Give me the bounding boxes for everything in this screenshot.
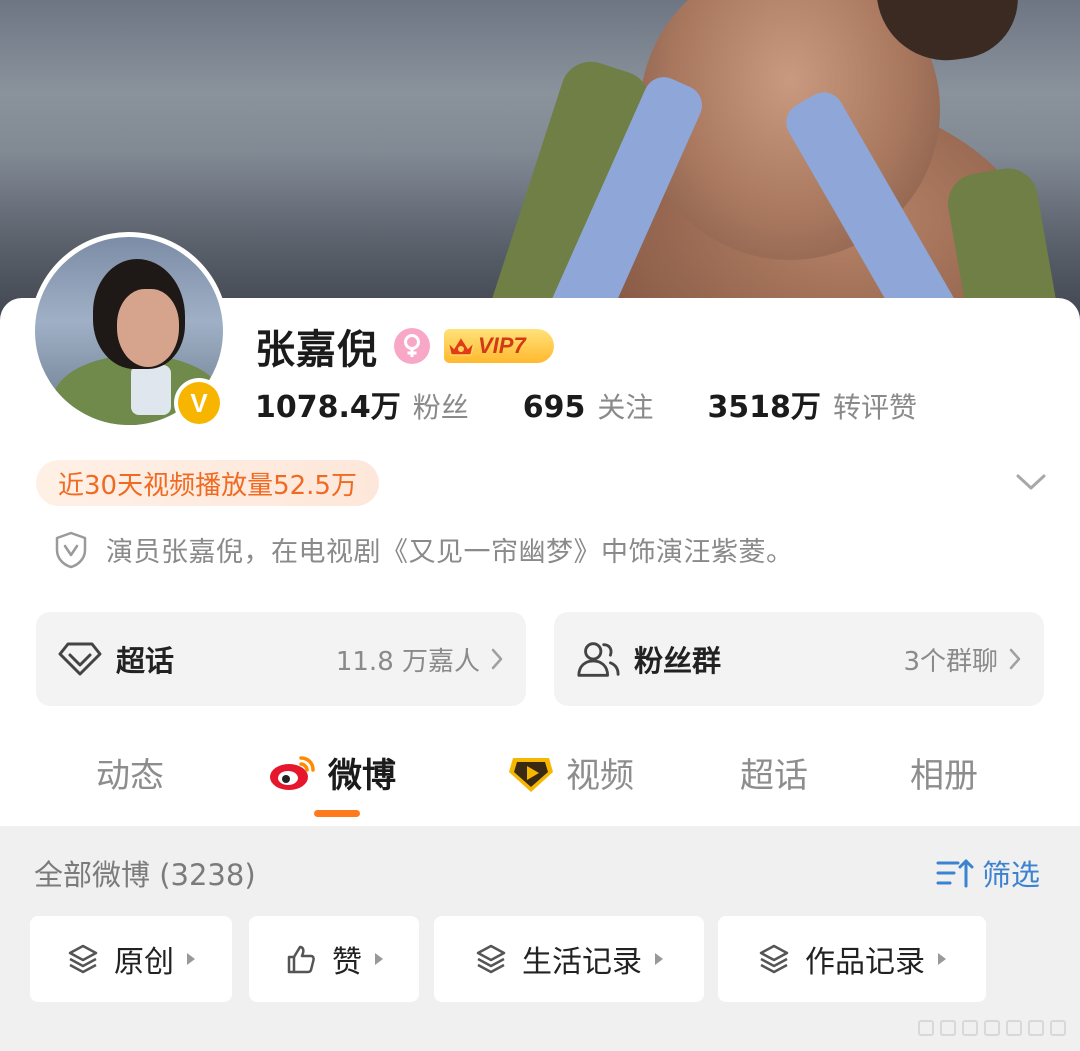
chip-life-record[interactable]: 生活记录	[434, 916, 704, 1002]
thumb-up-icon	[284, 942, 318, 976]
chip-label: 赞	[332, 945, 362, 980]
tab-dynamics[interactable]: 动态	[96, 740, 164, 804]
tab-label: 微博	[328, 755, 396, 796]
layers-icon	[66, 942, 100, 976]
verified-v-icon: V	[178, 382, 220, 424]
watermark-mark	[1006, 1020, 1022, 1036]
chevron-down-icon[interactable]	[1014, 470, 1048, 494]
watermark	[918, 1020, 1066, 1036]
caret-right-icon	[375, 953, 383, 965]
chip-label: 原创	[114, 945, 174, 980]
stat-followers[interactable]: 1078.4万 粉丝	[255, 382, 469, 426]
stat-following[interactable]: 695 关注	[523, 386, 654, 426]
profile-name: 张嘉倪	[255, 327, 378, 373]
card-title: 粉丝群	[634, 644, 722, 678]
tab-label: 超话	[740, 755, 808, 796]
fan-group-card[interactable]: 粉丝群 3个群聊	[554, 612, 1044, 706]
chip-work-record[interactable]: 作品记录	[718, 916, 986, 1002]
caret-right-icon	[655, 953, 663, 965]
watermark-mark	[984, 1020, 1000, 1036]
all-posts-count: 全部微博 (3238)	[34, 858, 256, 892]
name-row: 张嘉倪 VIP7	[255, 318, 554, 374]
card-subtitle: 11.8 万嘉人	[336, 641, 504, 678]
active-tab-indicator	[314, 810, 360, 817]
chip-label: 生活记录	[522, 945, 642, 980]
crown-icon	[444, 329, 478, 363]
card-title: 超话	[116, 644, 175, 678]
avatar-face	[117, 289, 179, 367]
weibo-icon	[268, 750, 318, 794]
diamond-icon	[58, 637, 102, 681]
shield-icon	[55, 531, 87, 568]
profile-tabs: 动态 微博 视频 超话 相册	[0, 740, 1080, 824]
super-topic-card[interactable]: 超话 11.8 万嘉人	[36, 612, 526, 706]
female-icon	[394, 328, 430, 364]
watermark-mark	[962, 1020, 978, 1036]
stat-value: 695	[522, 390, 586, 425]
tab-weibo[interactable]: 微博	[268, 740, 396, 804]
filter-button[interactable]: 筛选	[936, 852, 1040, 894]
chip-liked[interactable]: 赞	[249, 916, 419, 1002]
tab-album[interactable]: 相册	[910, 740, 978, 804]
vip-badge[interactable]: VIP7	[444, 329, 554, 363]
tab-label: 视频	[566, 755, 634, 796]
chip-label: 作品记录	[805, 945, 925, 980]
profile-stats: 1078.4万 粉丝 695 关注 3518万 转评赞	[255, 382, 971, 426]
filter-label: 筛选	[982, 858, 1041, 892]
tab-label: 动态	[96, 755, 164, 796]
bio-row: 演员张嘉倪，在电视剧《又见一帘幽梦》中饰演汪紫菱。	[54, 530, 794, 569]
vip-level: VIP7	[478, 333, 526, 358]
stat-label: 关注	[597, 391, 654, 424]
avatar-shirt	[131, 365, 171, 415]
verified-badge: V	[174, 378, 224, 428]
watermark-mark	[1050, 1020, 1066, 1036]
tab-super-topic[interactable]: 超话	[740, 740, 808, 804]
tab-label: 相册	[910, 755, 978, 796]
caret-right-icon	[938, 953, 946, 965]
group-icon	[576, 637, 620, 681]
watermark-mark	[940, 1020, 956, 1036]
chevron-right-icon	[491, 648, 503, 670]
stat-label: 粉丝	[412, 391, 469, 424]
stat-value: 3518万	[707, 390, 821, 425]
watermark-mark	[918, 1020, 934, 1036]
card-subtitle: 3个群聊	[903, 641, 1022, 678]
caret-right-icon	[187, 953, 195, 965]
layers-icon	[474, 942, 508, 976]
video-plays-pill[interactable]: 近30天视频播放量52.5万	[36, 460, 379, 506]
chevron-right-icon	[1009, 648, 1021, 670]
stat-label: 转评赞	[832, 391, 917, 424]
stat-interactions[interactable]: 3518万 转评赞	[707, 382, 917, 426]
tab-video[interactable]: 视频	[506, 740, 634, 804]
watermark-mark	[1028, 1020, 1044, 1036]
chip-original[interactable]: 原创	[30, 916, 232, 1002]
video-badge-icon	[506, 750, 556, 794]
stat-value: 1078.4万	[255, 390, 401, 425]
card-subtitle-text: 11.8 万嘉人	[335, 646, 480, 677]
bio-text: 演员张嘉倪，在电视剧《又见一帘幽梦》中饰演汪紫菱。	[106, 537, 794, 568]
layers-icon	[757, 942, 791, 976]
card-subtitle-text: 3个群聊	[903, 646, 998, 677]
filter-icon	[936, 859, 974, 888]
